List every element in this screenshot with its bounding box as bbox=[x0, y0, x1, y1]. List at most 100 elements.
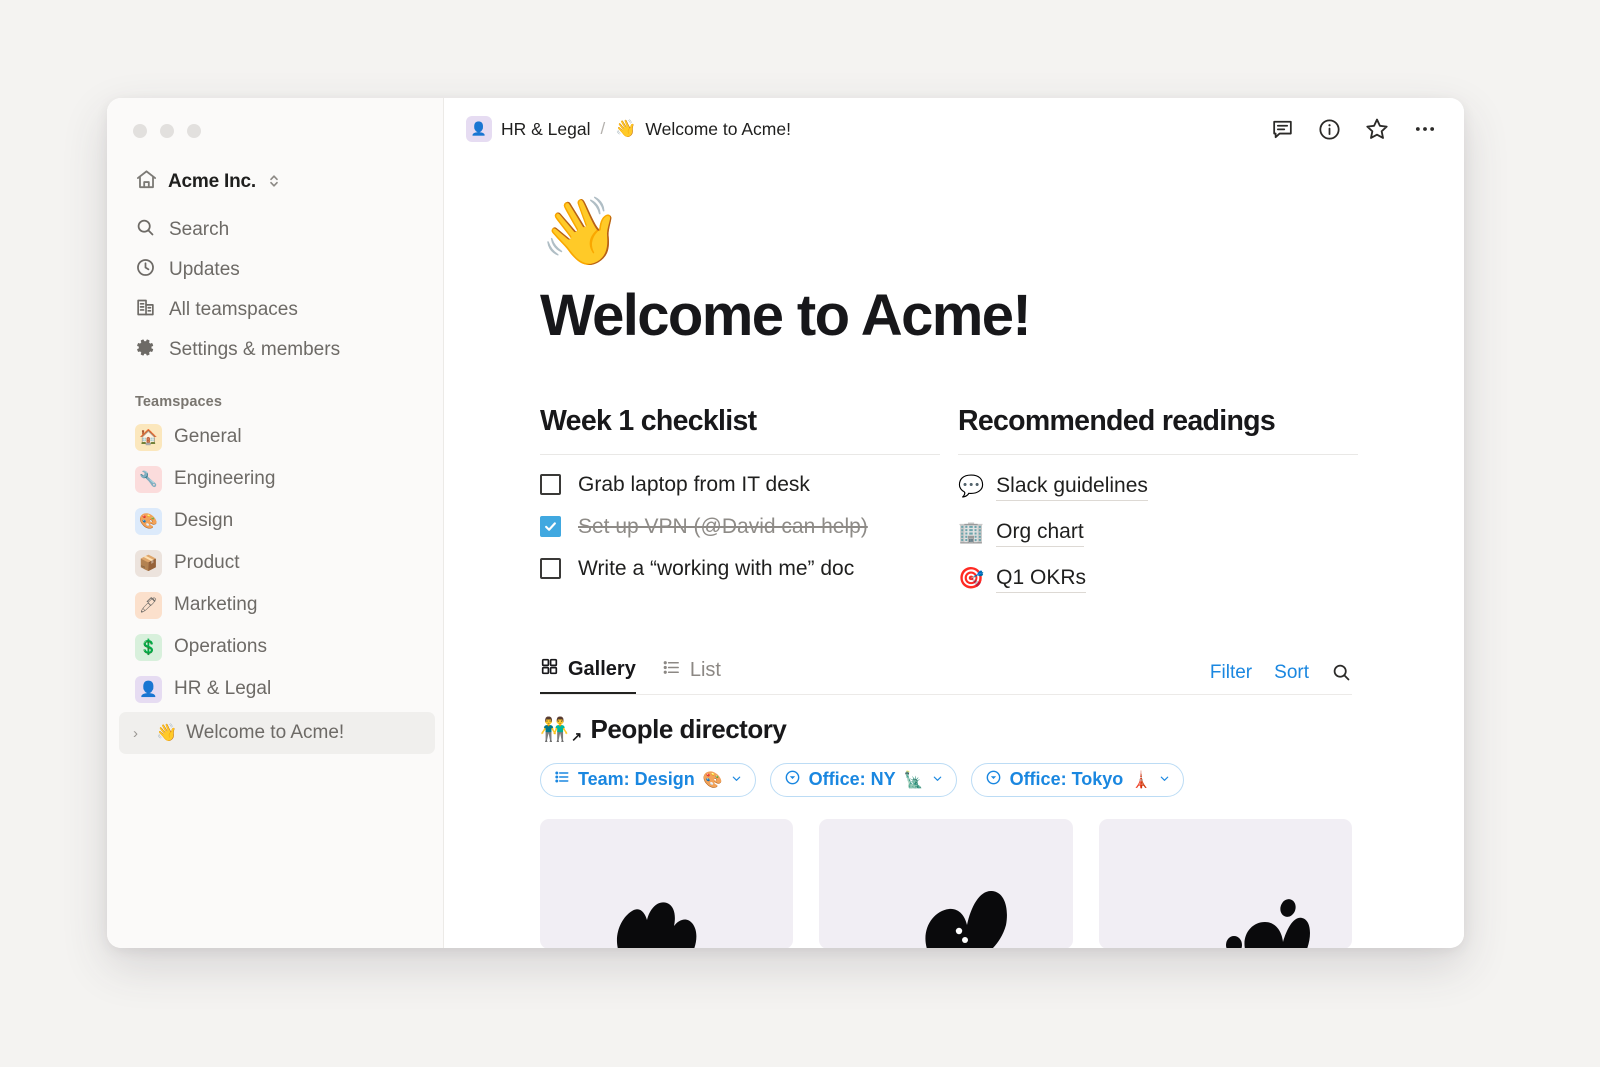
clock-icon bbox=[135, 257, 156, 284]
sort-button[interactable]: Sort bbox=[1274, 662, 1309, 684]
teamspace-emoji-icon: 📦 bbox=[135, 549, 162, 577]
tab-gallery[interactable]: Gallery bbox=[540, 657, 636, 694]
home-icon bbox=[135, 168, 158, 196]
sidebar-item-settings-members[interactable]: Settings & members bbox=[107, 330, 443, 370]
sidebar-item-label: Updates bbox=[169, 259, 240, 280]
teamspace-emoji-icon: 🎨 bbox=[135, 507, 162, 535]
sidebar-item-operations[interactable]: 💲 Operations bbox=[107, 626, 443, 668]
sidebar-nav: Search Updates All teamspaces Settings &… bbox=[107, 210, 443, 370]
zoom-button[interactable] bbox=[187, 124, 201, 138]
app-window: Acme Inc. Search Updates All teamspaces … bbox=[107, 98, 1464, 948]
page-body: 👋 Welcome to Acme! Week 1 checklist Grab… bbox=[444, 160, 1464, 948]
sidebar-item-product[interactable]: 📦 Product bbox=[107, 542, 443, 584]
main-content: 👤 HR & Legal / 👋 Welcome to Acme! 👋 Welc… bbox=[444, 98, 1464, 948]
close-button[interactable] bbox=[133, 124, 147, 138]
readings-column: Recommended readings 💬 Slack guidelines … bbox=[958, 405, 1358, 593]
filter-chip-office-tokyo[interactable]: Office: Tokyo 🗼 bbox=[970, 762, 1185, 797]
sidebar-item-design[interactable]: 🎨 Design bbox=[107, 500, 443, 542]
database-title-label: People directory bbox=[590, 713, 787, 744]
teamspaces-section-title: Teamspaces bbox=[135, 394, 222, 410]
view-tabs: Gallery List bbox=[540, 657, 1210, 694]
database-title[interactable]: 👬 ↗ People directory bbox=[540, 714, 1352, 745]
checkbox-checked[interactable] bbox=[540, 516, 561, 538]
chevron-down-icon[interactable] bbox=[1159, 773, 1170, 787]
readings-heading: Recommended readings bbox=[958, 404, 1276, 437]
gear-icon bbox=[135, 337, 156, 364]
teamspace-label: Engineering bbox=[174, 468, 276, 489]
reading-link[interactable]: Slack guidelines bbox=[996, 474, 1148, 501]
topbar: 👤 HR & Legal / 👋 Welcome to Acme! bbox=[444, 98, 1464, 160]
select-icon bbox=[784, 769, 801, 791]
search-icon bbox=[135, 217, 156, 244]
office-building-emoji-icon: 🏢 bbox=[958, 521, 985, 545]
speech-balloon-emoji-icon: 💬 bbox=[958, 475, 985, 499]
search-icon[interactable] bbox=[1331, 662, 1352, 683]
two-column-block: Week 1 checklist Grab laptop from IT des… bbox=[540, 405, 1464, 593]
teamspace-emoji-icon: 🖊 bbox=[135, 591, 162, 619]
reading-link[interactable]: Q1 OKRs bbox=[996, 566, 1087, 593]
sidebar-item-general[interactable]: 🏠 General bbox=[107, 416, 443, 458]
teamspace-label: General bbox=[174, 426, 242, 447]
sidebar-item-hr-legal[interactable]: 👤 HR & Legal bbox=[107, 668, 443, 710]
sidebar-item-marketing[interactable]: 🖊 Marketing bbox=[107, 584, 443, 626]
checklist-item[interactable]: Grab laptop from IT desk bbox=[540, 473, 940, 497]
minimize-button[interactable] bbox=[160, 124, 174, 138]
grid-icon bbox=[540, 657, 559, 682]
star-icon[interactable] bbox=[1364, 116, 1390, 142]
checklist-item-label: Set up VPN (@David can help) bbox=[578, 514, 868, 538]
chevron-right-icon[interactable]: › bbox=[133, 725, 147, 742]
teamspace-label: Product bbox=[174, 552, 240, 573]
reading-item[interactable]: 🏢 Org chart bbox=[958, 520, 1358, 547]
breadcrumb-separator: / bbox=[600, 119, 606, 138]
sidebar-item-label: Search bbox=[169, 219, 230, 240]
reading-item[interactable]: 💬 Slack guidelines bbox=[958, 474, 1358, 501]
breadcrumb-item-welcome-to-acme[interactable]: Welcome to Acme! bbox=[645, 119, 791, 140]
chevron-updown-icon[interactable] bbox=[268, 173, 280, 191]
chevron-down-icon[interactable] bbox=[731, 773, 742, 787]
checkbox-unchecked[interactable] bbox=[540, 558, 561, 580]
view-divider bbox=[540, 693, 1352, 695]
comment-icon[interactable] bbox=[1270, 117, 1295, 142]
gallery-card[interactable] bbox=[540, 818, 794, 948]
teamspace-emoji-icon: 🔧 bbox=[135, 465, 162, 493]
palette-emoji-icon: 🎨 bbox=[702, 771, 723, 789]
breadcrumb-item-hr-legal[interactable]: HR & Legal bbox=[501, 119, 591, 140]
info-icon[interactable] bbox=[1317, 117, 1342, 142]
sidebar-item-engineering[interactable]: 🔧 Engineering bbox=[107, 458, 443, 500]
tab-list[interactable]: List bbox=[662, 658, 721, 693]
filter-chip-team-design[interactable]: Team: Design 🎨 bbox=[540, 762, 756, 797]
filter-chip-label: Office: Tokyo bbox=[1009, 769, 1124, 790]
sidebar-item-all-teamspaces[interactable]: All teamspaces bbox=[107, 290, 443, 330]
more-icon[interactable] bbox=[1412, 116, 1438, 142]
gallery-card[interactable] bbox=[1098, 818, 1352, 948]
filter-chip-label: Team: Design bbox=[578, 769, 695, 790]
gallery-card[interactable] bbox=[819, 818, 1073, 948]
page-emoji-icon[interactable]: 👋 bbox=[540, 198, 1464, 264]
sidebar-item-search[interactable]: Search bbox=[107, 210, 443, 250]
card-illustration bbox=[925, 890, 1008, 948]
page-title: Welcome to Acme! bbox=[540, 283, 1032, 348]
checklist-item-label: Write a “working with me” doc bbox=[578, 556, 855, 580]
sidebar-item-welcome-to-acme[interactable]: › 👋 Welcome to Acme! bbox=[119, 712, 435, 754]
filter-chip-office-ny[interactable]: Office: NY 🗽 bbox=[769, 762, 957, 797]
window-traffic-lights bbox=[107, 98, 443, 138]
view-tabs-bar: Gallery List Filter Sort bbox=[540, 657, 1352, 694]
database-tools: Filter Sort bbox=[1210, 662, 1352, 694]
sidebar-page-label: Welcome to Acme! bbox=[186, 722, 345, 743]
workspace-switcher[interactable]: Acme Inc. bbox=[135, 168, 443, 196]
checklist-item[interactable]: Set up VPN (@David can help) bbox=[540, 515, 940, 539]
checklist-item[interactable]: Write a “working with me” doc bbox=[540, 557, 940, 581]
reading-item[interactable]: 🎯 Q1 OKRs bbox=[958, 566, 1358, 593]
reading-link[interactable]: Org chart bbox=[996, 520, 1084, 547]
tab-label: Gallery bbox=[568, 657, 636, 680]
checklist-heading: Week 1 checklist bbox=[540, 404, 757, 437]
filter-button[interactable]: Filter bbox=[1210, 662, 1252, 684]
checkbox-unchecked[interactable] bbox=[540, 474, 561, 496]
teamspace-label: Marketing bbox=[174, 594, 258, 615]
sidebar-item-updates[interactable]: Updates bbox=[107, 250, 443, 290]
list-icon bbox=[662, 658, 681, 683]
divider bbox=[540, 453, 940, 455]
sidebar-item-label: All teamspaces bbox=[169, 299, 298, 320]
chevron-down-icon[interactable] bbox=[932, 773, 943, 787]
desktop-background: Acme Inc. Search Updates All teamspaces … bbox=[0, 0, 1600, 1067]
